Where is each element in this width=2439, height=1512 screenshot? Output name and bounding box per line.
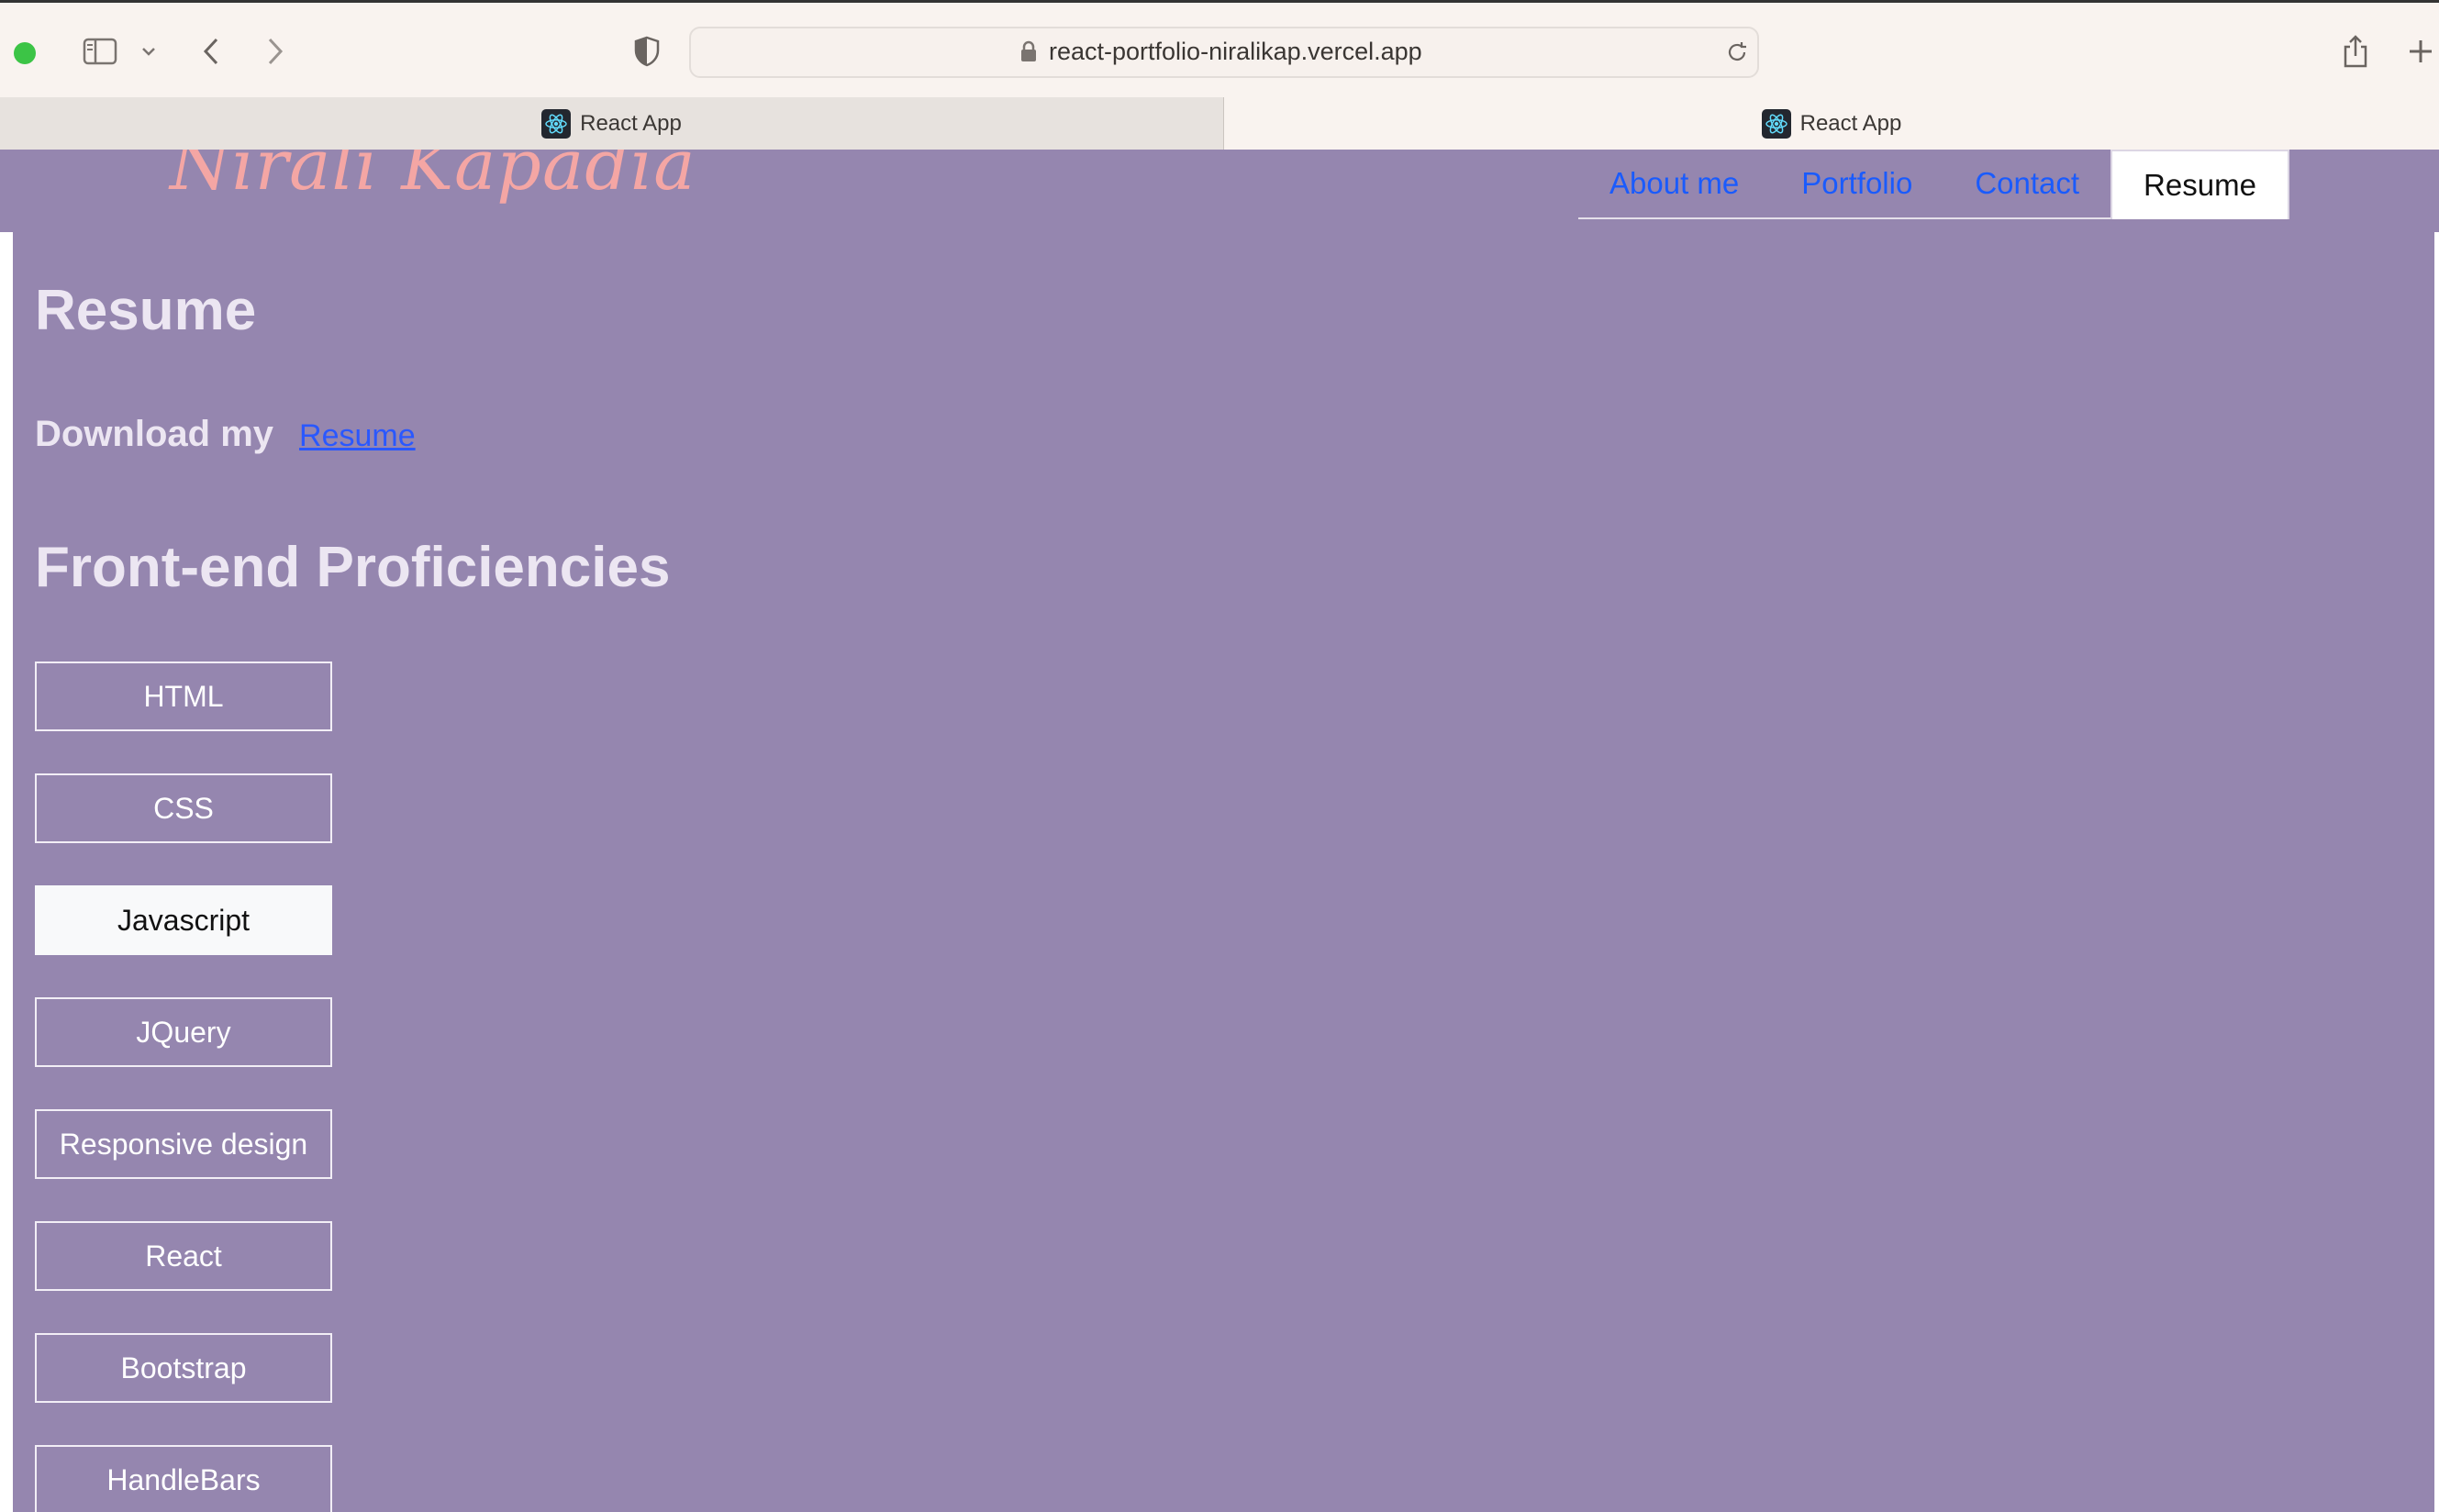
- site-brand[interactable]: Nirali Kapadia: [170, 150, 696, 206]
- nav-link-portfolio[interactable]: Portfolio: [1770, 150, 1943, 217]
- react-logo-icon: [541, 108, 572, 139]
- url-text: react-portfolio-niralikap.vercel.app: [1049, 38, 1422, 65]
- skill-item-html[interactable]: HTML: [35, 662, 332, 731]
- nav-link-contact[interactable]: Contact: [1943, 150, 2110, 217]
- browser-tab-active[interactable]: React App: [1224, 97, 2439, 150]
- sidebar-icon[interactable]: [79, 28, 121, 74]
- skill-item-handlebars[interactable]: HandleBars: [35, 1445, 332, 1512]
- address-bar[interactable]: react-portfolio-niralikap.vercel.app: [689, 27, 1759, 78]
- window-zoom-button[interactable]: [14, 42, 36, 64]
- browser-tab[interactable]: React App: [0, 97, 1224, 150]
- lock-icon: [1020, 40, 1037, 67]
- skill-item-react[interactable]: React: [35, 1221, 332, 1291]
- proficiencies-heading: Front-end Proficiencies: [35, 536, 671, 599]
- download-label: Download my: [35, 414, 274, 454]
- chevron-left-icon[interactable]: [195, 28, 228, 74]
- page-viewport: Nirali Kapadia About me Portfolio Contac…: [0, 150, 2439, 1512]
- skill-item-css[interactable]: CSS: [35, 773, 332, 843]
- site-nav: About me Portfolio Contact Resume: [1578, 150, 2289, 219]
- chevron-down-icon[interactable]: [136, 28, 161, 74]
- skills-list: HTML CSS Javascript JQuery Responsive de…: [35, 662, 332, 1512]
- download-row: Download my Resume: [35, 414, 416, 455]
- skill-item-javascript[interactable]: Javascript: [35, 885, 332, 955]
- tab-title: React App: [580, 110, 682, 136]
- chevron-right-icon[interactable]: [259, 28, 292, 74]
- tab-title: React App: [1799, 110, 1902, 136]
- page-title: Resume: [35, 279, 257, 342]
- browser-toolbar: react-portfolio-niralikap.vercel.app: [0, 0, 2439, 97]
- skill-item-bootstrap[interactable]: Bootstrap: [35, 1333, 332, 1403]
- react-logo-icon: [1761, 108, 1791, 139]
- page-edge: [2434, 232, 2439, 1512]
- shield-icon[interactable]: [628, 28, 666, 74]
- resume-download-link[interactable]: Resume: [299, 418, 416, 454]
- page-edge: [0, 232, 13, 1512]
- plus-icon[interactable]: [2402, 28, 2439, 74]
- nav-link-resume[interactable]: Resume: [2110, 150, 2289, 219]
- nav-link-about[interactable]: About me: [1578, 150, 1770, 217]
- tab-bar: React App React App: [0, 97, 2439, 150]
- skill-item-responsive-design[interactable]: Responsive design: [35, 1109, 332, 1179]
- skill-item-jquery[interactable]: JQuery: [35, 997, 332, 1067]
- share-icon[interactable]: [2336, 28, 2375, 74]
- reload-icon[interactable]: [1724, 39, 1750, 70]
